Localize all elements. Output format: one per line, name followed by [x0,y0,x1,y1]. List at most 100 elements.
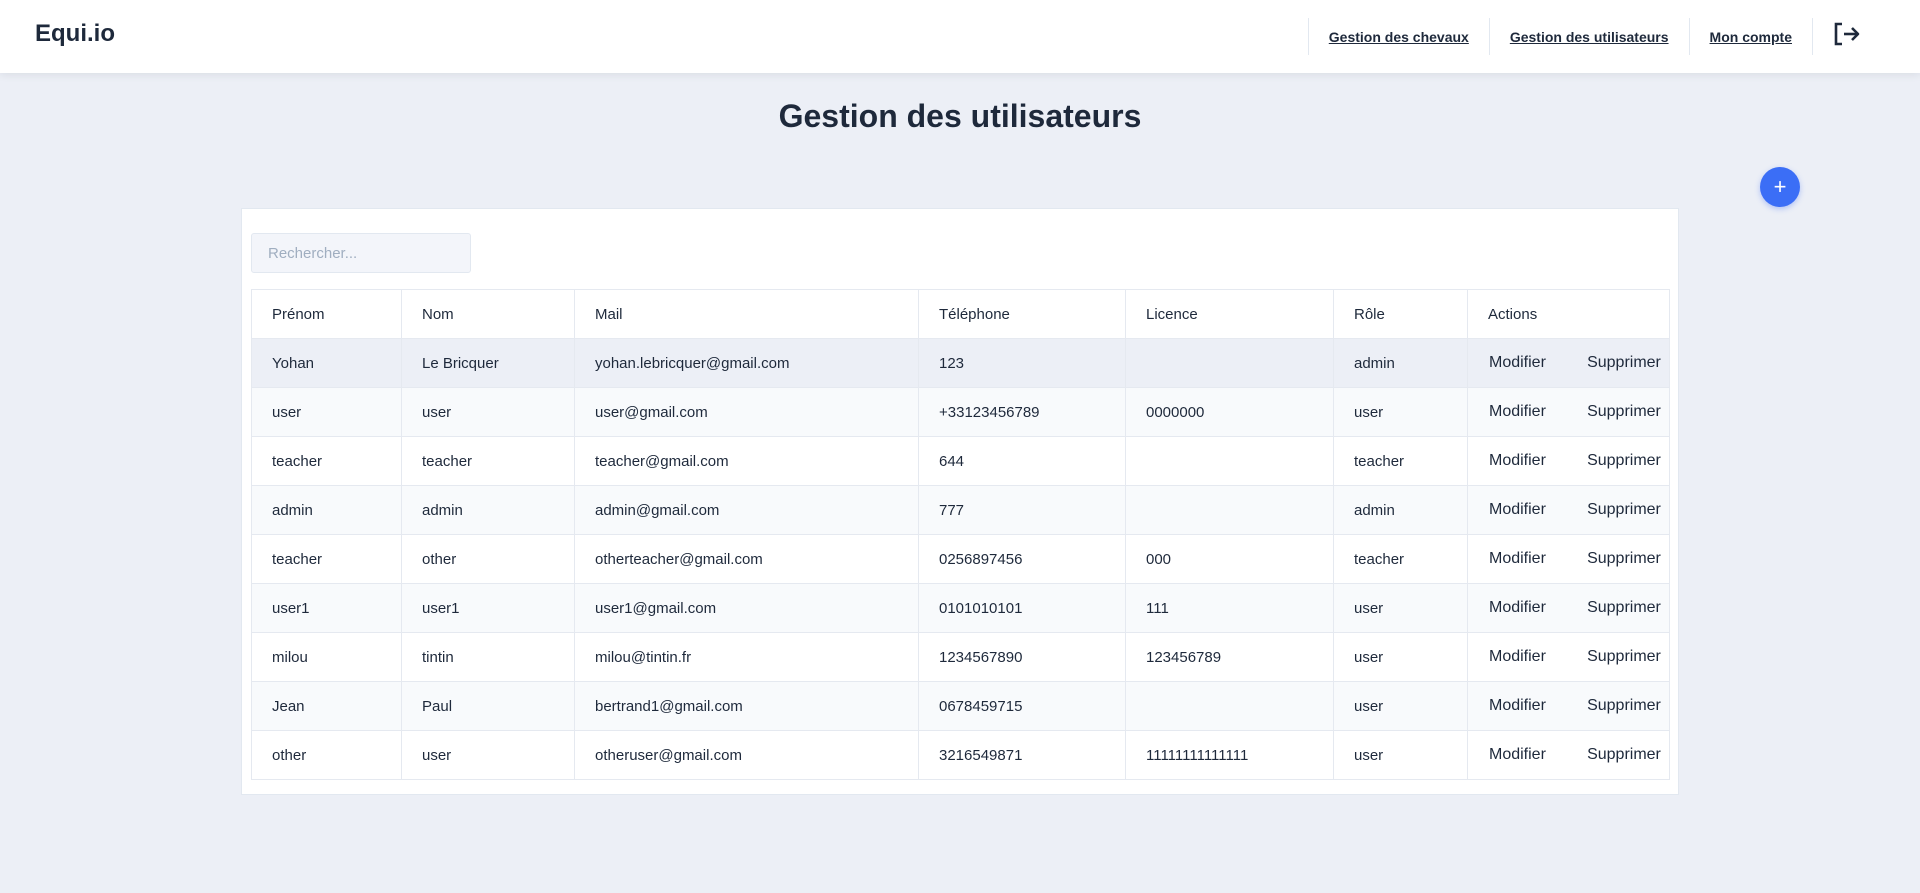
edit-button[interactable]: Modifier [1489,648,1546,666]
cell-licence: 000 [1125,534,1334,584]
cell-mail: user@gmail.com [574,387,919,437]
cell-role: admin [1333,485,1468,535]
search-input[interactable] [251,233,471,273]
cell-nom: user [401,387,575,437]
users-table: Prénom Nom Mail Téléphone Licence Rôle A… [251,289,1670,780]
cell-role: teacher [1333,436,1468,486]
cell-mail: otheruser@gmail.com [574,730,919,780]
edit-button[interactable]: Modifier [1489,501,1546,519]
cell-nom: other [401,534,575,584]
table-row: user1 user1 user1@gmail.com 0101010101 1… [251,583,1670,633]
page-title: Gestion des utilisateurs [778,98,1142,134]
top-navbar: Equi.io Gestion des chevaux Gestion des … [0,0,1920,73]
delete-button[interactable]: Supprimer [1587,354,1661,372]
delete-button[interactable]: Supprimer [1587,746,1661,764]
table-row: milou tintin milou@tintin.fr 1234567890 … [251,632,1670,682]
column-header-prenom[interactable]: Prénom [251,289,402,339]
column-header-telephone[interactable]: Téléphone [918,289,1126,339]
cell-actions: Modifier Supprimer [1467,387,1670,437]
cell-mail: user1@gmail.com [574,583,919,633]
cell-nom: user [401,730,575,780]
cell-mail: otherteacher@gmail.com [574,534,919,584]
edit-button[interactable]: Modifier [1489,354,1546,372]
cell-actions: Modifier Supprimer [1467,632,1670,682]
edit-button[interactable]: Modifier [1489,550,1546,568]
cell-prenom: user [251,387,402,437]
table-header-row: Prénom Nom Mail Téléphone Licence Rôle A… [251,289,1670,339]
delete-button[interactable]: Supprimer [1587,697,1661,715]
users-card: Prénom Nom Mail Téléphone Licence Rôle A… [241,208,1679,795]
delete-button[interactable]: Supprimer [1587,452,1661,470]
plus-icon: + [1773,174,1787,199]
column-header-nom[interactable]: Nom [401,289,575,339]
edit-button[interactable]: Modifier [1489,599,1546,617]
cell-mail: admin@gmail.com [574,485,919,535]
cell-actions: Modifier Supprimer [1467,485,1670,535]
cell-role: user [1333,387,1468,437]
cell-prenom: milou [251,632,402,682]
cell-actions: Modifier Supprimer [1467,681,1670,731]
nav-link-gestion-chevaux[interactable]: Gestion des chevaux [1307,18,1489,55]
edit-button[interactable]: Modifier [1489,697,1546,715]
cell-nom: tintin [401,632,575,682]
delete-button[interactable]: Supprimer [1587,599,1661,617]
cell-telephone: 123 [918,338,1126,388]
delete-button[interactable]: Supprimer [1587,648,1661,666]
delete-button[interactable]: Supprimer [1587,403,1661,421]
delete-button[interactable]: Supprimer [1587,501,1661,519]
cell-nom: Le Bricquer [401,338,575,388]
cell-licence [1125,338,1334,388]
edit-button[interactable]: Modifier [1489,452,1546,470]
delete-button[interactable]: Supprimer [1587,550,1661,568]
cell-prenom: Yohan [251,338,402,388]
table-row: other user otheruser@gmail.com 321654987… [251,730,1670,780]
cell-licence [1125,485,1334,535]
table-row: admin admin admin@gmail.com 777 admin Mo… [251,485,1670,535]
cell-telephone: 0678459715 [918,681,1126,731]
cell-prenom: Jean [251,681,402,731]
column-header-mail[interactable]: Mail [574,289,919,339]
cell-nom: user1 [401,583,575,633]
cell-licence [1125,681,1334,731]
cell-actions: Modifier Supprimer [1467,436,1670,486]
table-row: Yohan Le Bricquer yohan.lebricquer@gmail… [251,338,1670,388]
cell-actions: Modifier Supprimer [1467,583,1670,633]
cell-prenom: teacher [251,534,402,584]
table-row: teacher teacher teacher@gmail.com 644 te… [251,436,1670,486]
cell-telephone: 0101010101 [918,583,1126,633]
cell-actions: Modifier Supprimer [1467,534,1670,584]
nav-link-gestion-utilisateurs[interactable]: Gestion des utilisateurs [1488,18,1689,55]
cell-mail: teacher@gmail.com [574,436,919,486]
cell-actions: Modifier Supprimer [1467,338,1670,388]
cell-licence [1125,436,1334,486]
column-header-licence[interactable]: Licence [1125,289,1334,339]
cell-actions: Modifier Supprimer [1467,730,1670,780]
cell-mail: yohan.lebricquer@gmail.com [574,338,919,388]
nav-link-mon-compte[interactable]: Mon compte [1688,18,1812,55]
main-nav: Gestion des chevaux Gestion des utilisat… [1307,0,1920,73]
cell-role: user [1333,583,1468,633]
cell-mail: milou@tintin.fr [574,632,919,682]
cell-telephone: 777 [918,485,1126,535]
cell-prenom: user1 [251,583,402,633]
brand-logo[interactable]: Equi.io [35,20,115,48]
cell-licence: 123456789 [1125,632,1334,682]
cell-nom: admin [401,485,575,535]
logout-button[interactable] [1812,18,1920,55]
edit-button[interactable]: Modifier [1489,403,1546,421]
cell-role: user [1333,681,1468,731]
cell-prenom: teacher [251,436,402,486]
cell-telephone: 644 [918,436,1126,486]
cell-role: teacher [1333,534,1468,584]
edit-button[interactable]: Modifier [1489,746,1546,764]
column-header-role[interactable]: Rôle [1333,289,1468,339]
table-row: user user user@gmail.com +33123456789 00… [251,387,1670,437]
cell-telephone: 0256897456 [918,534,1126,584]
cell-nom: Paul [401,681,575,731]
cell-licence: 11111111111111 [1125,730,1334,780]
cell-prenom: admin [251,485,402,535]
cell-telephone: +33123456789 [918,387,1126,437]
table-row: Jean Paul bertrand1@gmail.com 0678459715… [251,681,1670,731]
cell-mail: bertrand1@gmail.com [574,681,919,731]
add-user-button[interactable]: + [1760,167,1800,207]
